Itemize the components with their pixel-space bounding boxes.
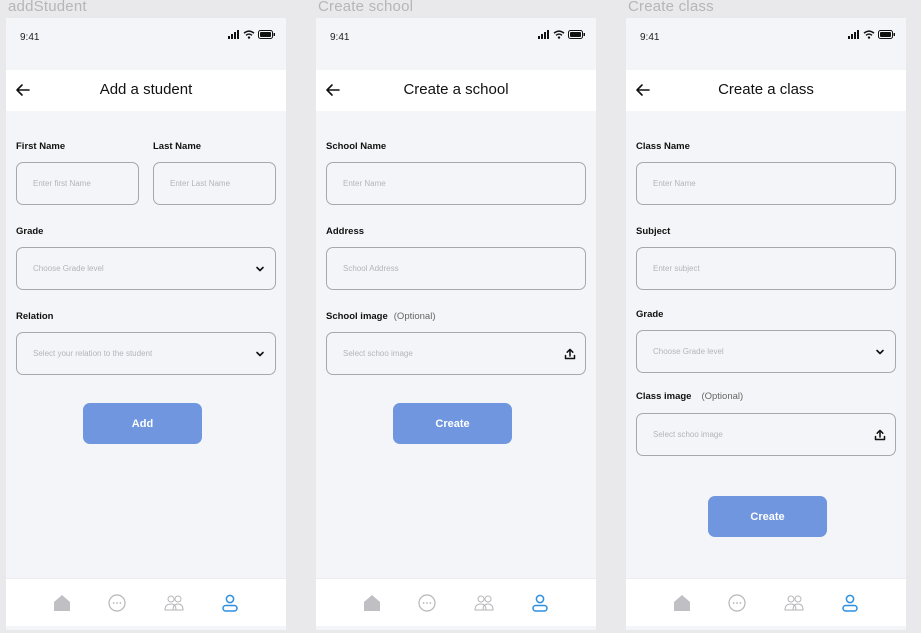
create-button[interactable]: Create (708, 496, 827, 537)
bottom-nav (316, 578, 596, 626)
signal-icon (228, 30, 239, 39)
school-image-label: School image (Optional) (326, 311, 435, 322)
status-icons (848, 30, 896, 39)
chat-icon[interactable] (106, 592, 128, 614)
signal-icon (538, 30, 549, 39)
home-icon[interactable] (361, 592, 383, 614)
class-image-label-text: Class image (636, 391, 692, 402)
class-image-label: Class image (Optional) (636, 391, 743, 402)
profile-icon[interactable] (219, 592, 241, 614)
optional-tag: (Optional) (393, 311, 436, 322)
grade-label: Grade (16, 226, 44, 237)
chat-icon[interactable] (416, 592, 438, 614)
page-title: Create a school (403, 81, 509, 98)
status-bar: 9:41 (316, 18, 596, 52)
battery-icon (878, 30, 895, 39)
wifi-icon (243, 30, 255, 39)
address-input[interactable]: School Address (326, 247, 586, 290)
add-button[interactable]: Add (83, 403, 202, 444)
status-time: 9:41 (640, 32, 660, 43)
grade-select[interactable]: Choose Grade level (636, 330, 896, 373)
school-image-label-text: School image (326, 311, 388, 322)
wifi-icon (553, 30, 565, 39)
profile-icon[interactable] (529, 592, 551, 614)
school-name-input[interactable]: Enter Name (326, 162, 586, 205)
relation-select[interactable]: Select your relation to the student (16, 332, 276, 375)
chevron-down-icon (876, 349, 884, 354)
create-button[interactable]: Create (393, 403, 512, 444)
chevron-down-icon (256, 351, 264, 356)
first-name-label: First Name (16, 141, 66, 152)
people-icon[interactable] (783, 592, 805, 614)
page-title: Create a class (718, 81, 814, 98)
grade-select-placeholder: Choose Grade level (653, 347, 724, 356)
class-image-placeholder: Select schoo image (653, 430, 723, 439)
chat-icon[interactable] (726, 592, 748, 614)
status-icons (228, 30, 276, 39)
status-time: 9:41 (20, 32, 40, 43)
class-name-label: Class Name (636, 141, 690, 152)
battery-icon (258, 30, 275, 39)
status-bar: 9:41 (6, 18, 286, 52)
frame-title: addStudent (8, 0, 87, 15)
home-icon[interactable] (671, 592, 693, 614)
create-class-screen: 9:41 Create a class Class Name Enter Nam… (626, 18, 906, 630)
status-icons (538, 30, 586, 39)
app-bar: Create a class (626, 70, 906, 111)
profile-icon[interactable] (839, 592, 861, 614)
school-image-picker[interactable]: Select schoo image (326, 332, 586, 375)
add-student-screen: 9:41 Add a student First Name Enter firs… (6, 18, 286, 630)
subject-label: Subject (636, 226, 671, 237)
address-label: Address (326, 226, 365, 237)
status-time: 9:41 (330, 32, 350, 43)
subject-input[interactable]: Enter subject (636, 247, 896, 290)
last-name-input[interactable]: Enter Last Name (153, 162, 276, 205)
create-school-screen: 9:41 Create a school School Name Enter N… (316, 18, 596, 630)
class-image-picker[interactable]: Select schoo image (636, 413, 896, 456)
frame-title: Create class (628, 0, 714, 15)
first-name-input[interactable]: Enter first Name (16, 162, 139, 205)
app-bar: Add a student (6, 70, 286, 111)
optional-tag: (Optional) (701, 391, 744, 402)
relation-select-placeholder: Select your relation to the student (33, 349, 153, 358)
signal-icon (848, 30, 859, 39)
upload-icon (874, 429, 886, 440)
last-name-label: Last Name (153, 141, 202, 152)
bottom-nav (626, 578, 906, 626)
wifi-icon (863, 30, 875, 39)
people-icon[interactable] (163, 592, 185, 614)
class-name-input[interactable]: Enter Name (636, 162, 896, 205)
grade-select[interactable]: Choose Grade level (16, 247, 276, 290)
bottom-nav (6, 578, 286, 626)
app-bar: Create a school (316, 70, 596, 111)
school-name-label: School Name (326, 141, 387, 152)
frame-title: Create school (318, 0, 414, 15)
page-title: Add a student (99, 81, 193, 98)
relation-label: Relation (16, 311, 54, 322)
battery-icon (568, 30, 585, 39)
chevron-down-icon (256, 266, 264, 271)
grade-label: Grade (636, 309, 664, 320)
home-icon[interactable] (51, 592, 73, 614)
grade-select-placeholder: Choose Grade level (33, 264, 104, 273)
upload-icon (564, 348, 576, 359)
status-bar: 9:41 (626, 18, 906, 52)
school-image-placeholder: Select schoo image (343, 349, 413, 358)
people-icon[interactable] (473, 592, 495, 614)
